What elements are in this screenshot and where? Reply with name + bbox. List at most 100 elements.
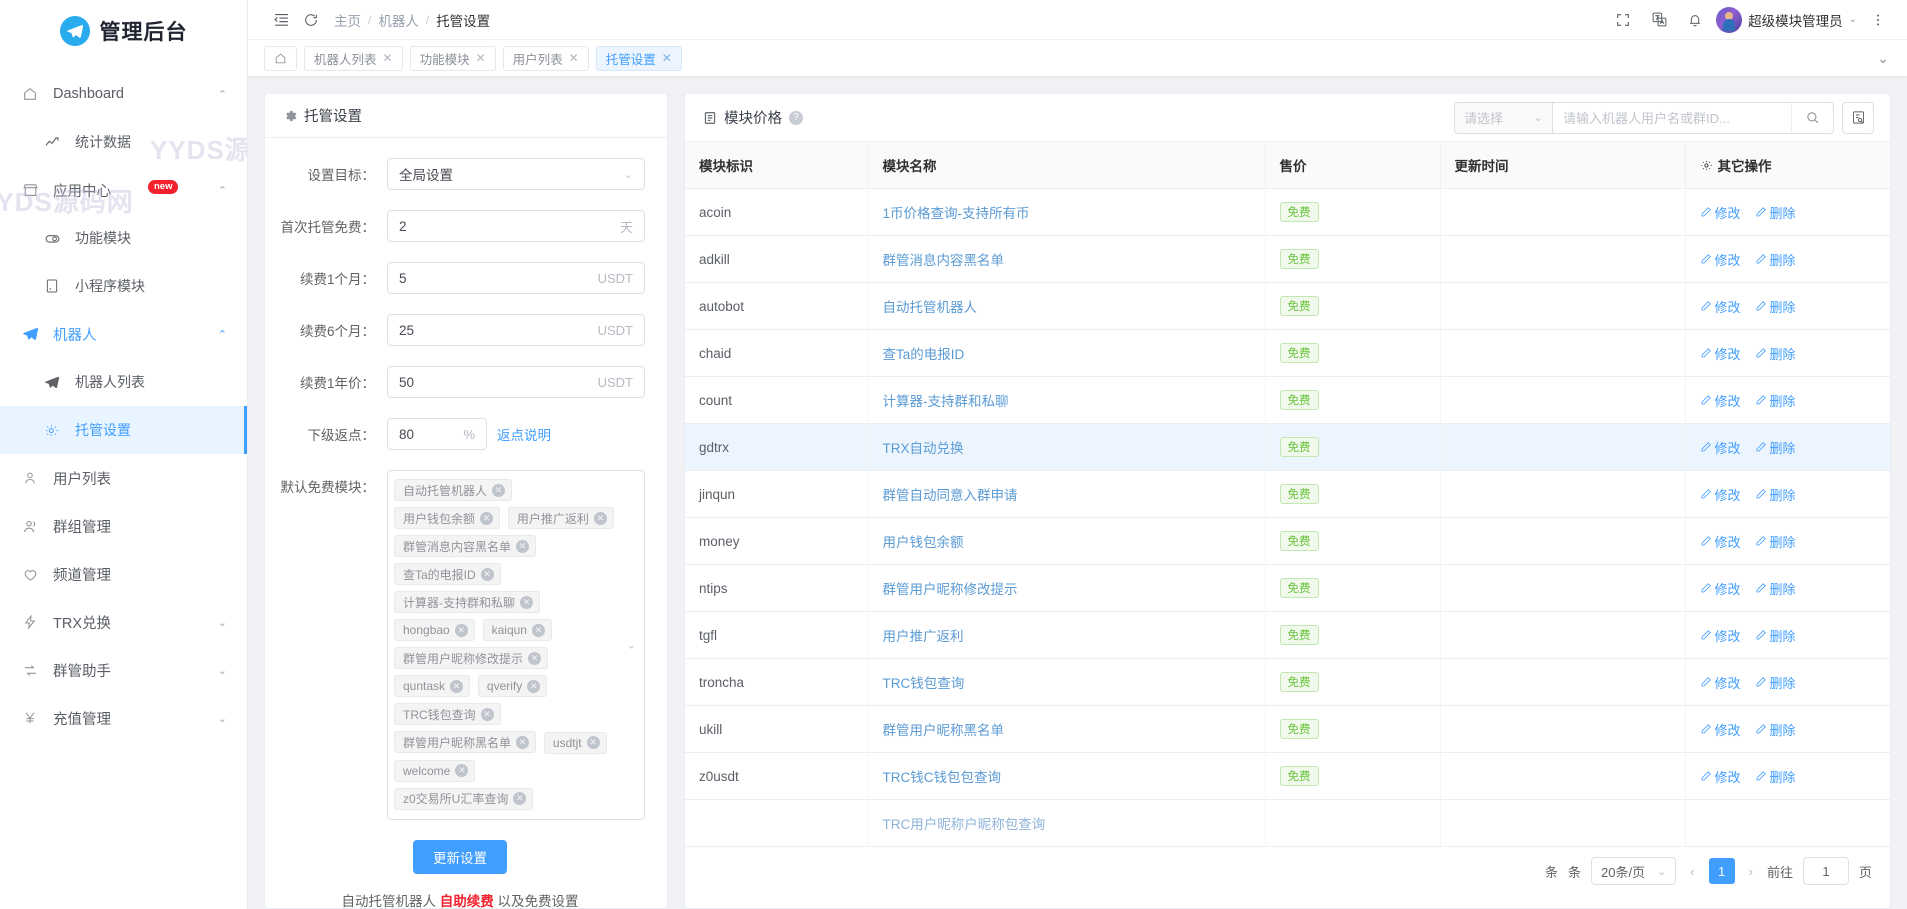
table-row[interactable]: acoin 1币价格查询-支持所有币 免费 修改 删除 (685, 188, 1890, 236)
breadcrumb-item-home[interactable]: 主页 (334, 10, 361, 30)
edit-button[interactable]: 修改 (1700, 438, 1741, 457)
tab-home[interactable] (264, 45, 297, 71)
close-circle-icon[interactable]: ✕ (528, 651, 542, 665)
user-name[interactable]: 超级模块管理员 (1748, 10, 1843, 30)
close-icon[interactable]: ✕ (569, 51, 579, 65)
module-tag[interactable]: 自动托管机器人 ✕ (394, 479, 513, 501)
close-circle-icon[interactable]: ✕ (586, 736, 600, 749)
table-row[interactable]: gdtrx TRX自动兑换 免费 修改 删除 (685, 423, 1890, 471)
close-circle-icon[interactable]: ✕ (527, 679, 541, 693)
sidebar-item-function-modules[interactable]: 功能模块 (0, 214, 247, 262)
sidebar-item-user-list[interactable]: 用户列表 (0, 454, 247, 502)
renew-1year-input[interactable]: 50 USDT (387, 366, 645, 398)
goto-page-input[interactable]: 1 (1802, 857, 1849, 885)
sidebar-item-miniapp-modules[interactable]: 小程序模块 (0, 262, 247, 310)
prev-page-button[interactable]: ‹ (1686, 864, 1698, 879)
rebate-help-link[interactable]: 返点说明 (497, 424, 551, 444)
tab-user-list[interactable]: 用户列表 ✕ (502, 45, 589, 71)
table-row[interactable]: jinqun 群管自动同意入群申请 免费 修改 删除 (685, 470, 1890, 518)
delete-button[interactable]: 删除 (1755, 673, 1796, 692)
refresh-icon[interactable] (296, 5, 326, 35)
table-row-partial[interactable]: TRC用户昵称户昵称包查询 (685, 799, 1890, 847)
gear-icon[interactable] (1700, 159, 1713, 172)
module-name-link[interactable]: 用户推广返利 (883, 629, 964, 644)
delete-button[interactable]: 删除 (1755, 485, 1796, 504)
module-name-link[interactable]: 用户钱包余额 (883, 535, 964, 550)
delete-button[interactable]: 删除 (1755, 767, 1796, 786)
question-icon[interactable]: ? (789, 110, 803, 125)
module-name-link[interactable]: 自动托管机器人 (883, 300, 978, 315)
next-page-button[interactable]: › (1745, 864, 1757, 879)
module-name-link[interactable]: 群管消息内容黑名单 (883, 253, 1005, 268)
module-tag[interactable]: usdtjt ✕ (543, 731, 607, 754)
renew-6months-input[interactable]: 25 USDT (387, 314, 645, 346)
translate-icon[interactable] (1644, 5, 1674, 35)
chevron-down-icon[interactable]: ⌄ (1869, 50, 1897, 67)
close-circle-icon[interactable]: ✕ (593, 511, 607, 525)
sidebar-item-robots[interactable]: 机器人 ⌃ (0, 310, 247, 358)
menu-fold-icon[interactable] (266, 5, 296, 35)
module-name-link[interactable]: 计算器-支持群和私聊 (883, 394, 1009, 409)
delete-button[interactable]: 删除 (1755, 297, 1796, 316)
renew-1month-input[interactable]: 5 USDT (387, 262, 645, 294)
tab-robot-list[interactable]: 机器人列表 ✕ (304, 45, 403, 71)
close-icon[interactable]: ✕ (383, 51, 393, 65)
module-tag[interactable]: 群管用户昵称黑名单 ✕ (394, 731, 537, 753)
module-tag[interactable]: 用户推广返利 ✕ (507, 507, 614, 529)
module-name-link[interactable]: 群管用户昵称黑名单 (883, 723, 1005, 738)
module-tag[interactable]: TRC钱包查询 ✕ (394, 703, 501, 725)
free-modules-tagbox[interactable]: 自动托管机器人 ✕ 用户钱包余额 ✕ 用户推广返利 ✕ 群管消息内容黑名单 ✕ 查Ta的… (387, 470, 645, 820)
sidebar-item-recharge-management[interactable]: 充值管理 ⌄ (0, 694, 247, 742)
close-circle-icon[interactable]: ✕ (480, 511, 494, 525)
close-circle-icon[interactable]: ✕ (454, 623, 468, 637)
free-days-input[interactable]: 2 天 (387, 210, 645, 242)
module-tag[interactable]: 群管消息内容黑名单 ✕ (394, 535, 537, 557)
module-name-link[interactable]: 群管用户昵称修改提示 (883, 582, 1018, 597)
more-vertical-icon[interactable] (1863, 5, 1893, 35)
close-circle-icon[interactable]: ✕ (520, 595, 533, 609)
sidebar-item-hosting-settings[interactable]: 托管设置 (0, 406, 247, 454)
sidebar-item-app-center[interactable]: 应用中心 ⌃ new (0, 166, 247, 214)
module-tag[interactable]: hongbao ✕ (394, 619, 475, 641)
table-row[interactable]: count 计算器-支持群和私聊 免费 修改 删除 (685, 376, 1890, 424)
edit-button[interactable]: 修改 (1700, 250, 1741, 269)
module-name-link[interactable]: 查Ta的电报ID (883, 347, 965, 362)
delete-button[interactable]: 删除 (1755, 438, 1796, 457)
table-row[interactable]: troncha TRC钱包查询 免费 修改 删除 (685, 658, 1890, 706)
sidebar-item-group-assistant[interactable]: 群管助手 ⌄ (0, 646, 247, 694)
table-row[interactable]: ntips 群管用户昵称修改提示 免费 修改 删除 (685, 564, 1890, 612)
sidebar-item-channel-management[interactable]: 频道管理 (0, 550, 247, 598)
close-circle-icon[interactable]: ✕ (492, 483, 506, 497)
module-tag[interactable]: 群管用户昵称修改提示 ✕ (394, 647, 549, 669)
close-circle-icon[interactable]: ✕ (516, 539, 530, 553)
sidebar-item-statistics[interactable]: 统计数据 (0, 118, 247, 166)
chevron-down-icon[interactable]: ⌄ (1849, 14, 1857, 25)
module-name-link[interactable]: 群管自动同意入群申请 (883, 488, 1018, 503)
bell-icon[interactable] (1680, 5, 1710, 35)
table-row[interactable]: chaid 查Ta的电报ID 免费 修改 删除 (685, 329, 1890, 377)
delete-button[interactable]: 删除 (1755, 250, 1796, 269)
delete-button[interactable]: 删除 (1755, 720, 1796, 739)
sidebar-item-robot-list[interactable]: 机器人列表 (0, 358, 247, 406)
page-size-select[interactable]: 20条/页 ⌄ (1590, 857, 1677, 885)
module-tag[interactable]: 计算器-支持群和私聊 ✕ (394, 591, 540, 613)
module-tag[interactable]: qverify ✕ (477, 675, 548, 697)
module-name-link[interactable]: TRC钱C钱包包查询 (883, 770, 1002, 785)
delete-button[interactable]: 删除 (1755, 203, 1796, 222)
delete-button[interactable]: 删除 (1755, 532, 1796, 551)
module-name-link[interactable]: 1币价格查询-支持所有币 (883, 206, 1030, 221)
export-button[interactable] (1842, 101, 1874, 134)
target-select[interactable]: 全局设置 ⌄ (387, 158, 645, 190)
filter-select[interactable]: 请选择 ⌄ (1455, 102, 1553, 133)
delete-button[interactable]: 删除 (1755, 579, 1796, 598)
edit-button[interactable]: 修改 (1700, 579, 1741, 598)
fullscreen-icon[interactable] (1608, 5, 1638, 35)
module-name-link[interactable]: TRX自动兑换 (883, 441, 964, 456)
sidebar-item-group-management[interactable]: 群组管理 (0, 502, 247, 550)
close-circle-icon[interactable]: ✕ (480, 567, 494, 581)
module-tag[interactable]: z0交易所U汇率查询 ✕ (394, 787, 534, 810)
delete-button[interactable]: 删除 (1755, 344, 1796, 363)
search-input[interactable]: 请输入机器人用户名或群ID... (1553, 103, 1791, 133)
module-name-link[interactable]: TRC钱包查询 (883, 676, 965, 691)
edit-button[interactable]: 修改 (1700, 485, 1741, 504)
